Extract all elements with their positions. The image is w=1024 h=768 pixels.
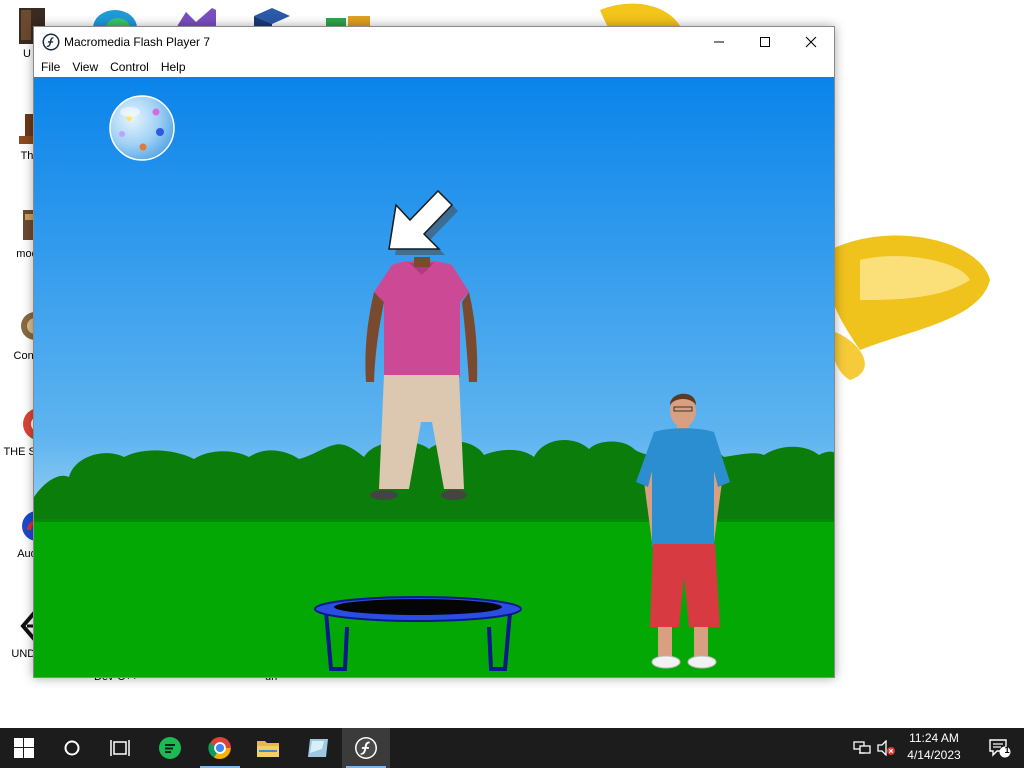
network-icon [853, 741, 871, 754]
clock-date: 4/14/2023 [907, 748, 961, 762]
network-tray-button[interactable] [850, 728, 874, 768]
flash-stage[interactable] [34, 77, 834, 677]
taskbar-app-glass[interactable] [294, 728, 342, 768]
window-title: Macromedia Flash Player 7 [64, 35, 211, 49]
task-view-icon [110, 740, 130, 756]
flash-logo-icon [42, 33, 60, 51]
close-button[interactable] [788, 27, 834, 57]
minimize-button[interactable] [696, 27, 742, 57]
taskbar-sheets-app[interactable] [146, 728, 194, 768]
menu-bar: File View Control Help [34, 57, 834, 77]
minimize-icon [714, 41, 724, 43]
maximize-button[interactable] [742, 27, 788, 57]
flash-player-window[interactable]: Macromedia Flash Player 7 File View Cont… [33, 26, 835, 678]
visual-studio-icon[interactable] [172, 6, 218, 28]
sheets-icon [159, 737, 181, 759]
search-button[interactable] [48, 728, 96, 768]
menu-control[interactable]: Control [110, 57, 159, 77]
flash-logo-icon [355, 737, 377, 759]
task-view-button[interactable] [96, 728, 144, 768]
windows-logo-icon [14, 738, 34, 758]
notification-center-button[interactable]: 1 [980, 728, 1020, 768]
glass-app-icon [308, 739, 328, 757]
taskbar: 11:24 AM 4/14/2023 1 [0, 728, 1024, 768]
taskbar-chrome[interactable] [196, 728, 244, 768]
notification-count-badge: 1 [1004, 745, 1010, 755]
menu-file[interactable]: File [41, 57, 70, 77]
taskbar-file-explorer[interactable] [244, 728, 292, 768]
bouncy-ball [109, 95, 175, 161]
title-bar[interactable]: Macromedia Flash Player 7 [34, 27, 834, 57]
menu-help[interactable]: Help [161, 57, 196, 77]
virtualbox-icon[interactable] [250, 6, 296, 28]
close-icon [805, 36, 817, 48]
maximize-icon [760, 37, 770, 47]
chrome-icon [208, 737, 231, 759]
taskbar-flash-player[interactable] [342, 728, 390, 768]
edge-icon[interactable] [92, 6, 138, 28]
menu-view[interactable]: View [72, 57, 108, 77]
start-button[interactable] [0, 728, 48, 768]
clock[interactable]: 11:24 AM 4/14/2023 [892, 730, 976, 764]
folder-icon [257, 741, 279, 757]
clock-time: 11:24 AM [909, 731, 959, 745]
search-circle-icon [64, 740, 80, 756]
